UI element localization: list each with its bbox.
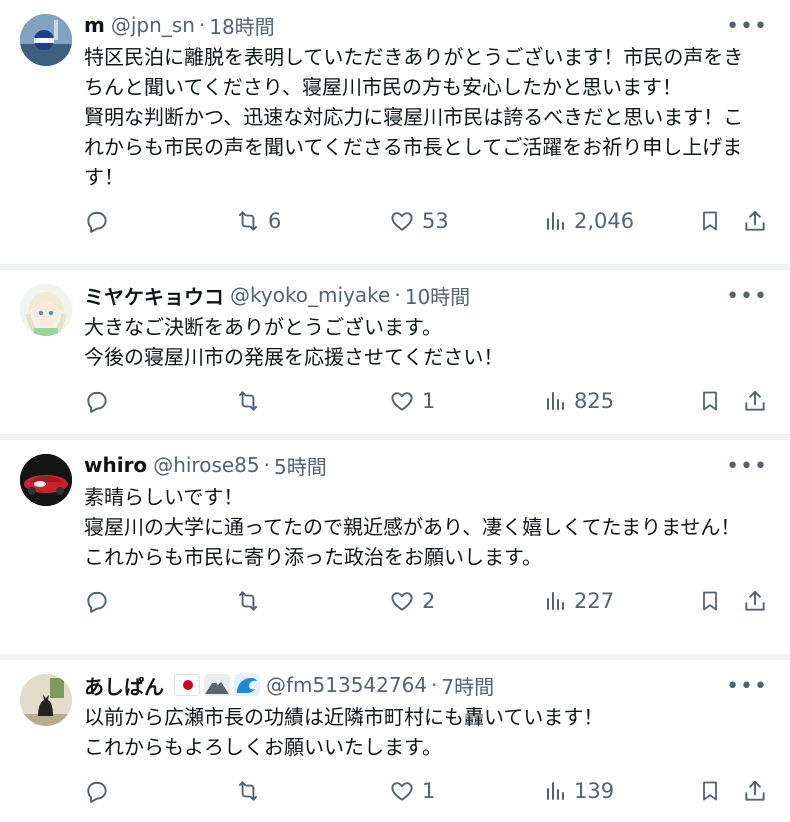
- reply-tweet[interactable]: whiro @hirose85 · 5時間 ••• 素晴らしいです！ 寝屋川の大…: [0, 440, 790, 660]
- avatar[interactable]: [20, 284, 72, 336]
- bookmark-icon: [703, 591, 717, 611]
- tweet-text: 素晴らしいです！ 寝屋川の大学に通ってたので親近感があり、凄く嬉しくてたまりませ…: [84, 485, 741, 569]
- timestamp[interactable]: 5時間: [274, 451, 327, 480]
- timestamp[interactable]: 18時間: [209, 11, 274, 40]
- views-icon: [547, 392, 564, 410]
- tweet-text: 大きなご決断をありがとうございます。 今後の寝屋川市の発展を応援させてください！: [84, 315, 504, 369]
- share-icon: [745, 390, 765, 411]
- share-icon: [745, 590, 765, 611]
- bookmark-button[interactable]: [698, 776, 722, 806]
- like-count: 1: [422, 779, 436, 803]
- action-bar: 1 139: [84, 762, 770, 822]
- display-name[interactable]: ミヤケキョウコ: [84, 281, 224, 310]
- separator-dot: ·: [431, 673, 438, 697]
- views-button[interactable]: 2,046: [544, 206, 634, 236]
- retweet-button[interactable]: 6: [234, 206, 281, 236]
- share-button[interactable]: [742, 776, 768, 806]
- bookmark-icon: [703, 211, 717, 231]
- avatar[interactable]: [20, 674, 72, 726]
- heart-icon: [391, 592, 413, 611]
- heart-icon: [391, 212, 413, 231]
- views-count: 227: [574, 589, 615, 613]
- views-icon: [547, 592, 564, 610]
- reply-tweet[interactable]: ミヤケキョウコ @kyoko_miyake · 10時間 ••• 大きなご決断を…: [0, 270, 790, 440]
- avatar[interactable]: [20, 454, 72, 506]
- display-name[interactable]: whiro: [84, 453, 147, 477]
- reply-tweet[interactable]: m @jpn_sn · 18時間 ••• 特区民泊に離脱を表明していただきありが…: [0, 0, 790, 270]
- share-icon: [745, 780, 765, 801]
- like-button[interactable]: 53: [388, 206, 449, 236]
- tweet-text: 特区民泊に離脱を表明していただきありがとうございます！市民の声をきちんと聞いてく…: [84, 45, 744, 189]
- like-count: 53: [422, 209, 449, 233]
- separator-dot: ·: [263, 453, 270, 477]
- retweet-icon: [238, 391, 258, 411]
- reply-feed: m @jpn_sn · 18時間 ••• 特区民泊に離脱を表明していただきありが…: [0, 0, 790, 822]
- views-icon: [547, 212, 564, 230]
- tweet-text: 以前から広瀬市長の功績は近隣市町村にも轟いています！ これからもよろしくお願いい…: [84, 705, 604, 759]
- like-button[interactable]: 1: [388, 776, 435, 806]
- bookmark-icon: [703, 391, 717, 411]
- share-button[interactable]: [742, 206, 768, 236]
- heart-icon: [391, 782, 413, 801]
- like-button[interactable]: 1: [388, 386, 435, 416]
- views-button[interactable]: 227: [544, 586, 614, 616]
- mountain-icon: [204, 674, 230, 696]
- retweet-button[interactable]: [234, 586, 268, 616]
- japan-flag-icon: [174, 674, 200, 696]
- display-name[interactable]: あしぱん: [84, 671, 164, 700]
- retweet-button[interactable]: [234, 386, 268, 416]
- action-bar: 2 227: [84, 572, 770, 636]
- retweet-icon: [238, 211, 258, 231]
- like-button[interactable]: 2: [388, 586, 435, 616]
- retweet-button[interactable]: [234, 776, 268, 806]
- wave-icon: [234, 674, 260, 696]
- bookmark-button[interactable]: [698, 586, 722, 616]
- display-name[interactable]: m: [84, 13, 105, 37]
- views-button[interactable]: 139: [544, 776, 614, 806]
- reply-button[interactable]: [84, 206, 116, 236]
- username[interactable]: @hirose85: [153, 453, 259, 477]
- reply-icon: [87, 211, 107, 233]
- retweet-count: 6: [268, 209, 282, 233]
- reply-button[interactable]: [84, 586, 116, 616]
- like-count: 1: [422, 389, 436, 413]
- share-button[interactable]: [742, 386, 768, 416]
- separator-dot: ·: [394, 283, 401, 307]
- action-bar: 1 825: [84, 372, 770, 436]
- separator-dot: ·: [198, 13, 206, 37]
- more-icon[interactable]: •••: [726, 674, 768, 699]
- retweet-icon: [238, 591, 258, 611]
- heart-icon: [391, 392, 413, 411]
- views-icon: [547, 782, 564, 800]
- reply-icon: [87, 391, 107, 413]
- share-icon: [745, 210, 765, 231]
- reply-icon: [87, 591, 107, 613]
- avatar[interactable]: [20, 14, 72, 66]
- reply-tweet[interactable]: あしぱん @fm513542764 · 7時間 ••• 以前から広瀬市長の功績は…: [0, 660, 790, 822]
- views-count: 825: [574, 389, 615, 413]
- bookmark-button[interactable]: [698, 386, 722, 416]
- retweet-icon: [238, 781, 258, 801]
- more-icon[interactable]: •••: [726, 14, 768, 39]
- reply-icon: [87, 781, 107, 803]
- timestamp[interactable]: 10時間: [405, 281, 470, 310]
- username[interactable]: @fm513542764: [266, 673, 427, 697]
- username[interactable]: @kyoko_miyake: [230, 283, 390, 307]
- reply-button[interactable]: [84, 386, 116, 416]
- bookmark-icon: [703, 781, 717, 801]
- more-icon[interactable]: •••: [726, 284, 768, 309]
- like-count: 2: [422, 589, 436, 613]
- share-button[interactable]: [742, 586, 768, 616]
- views-count: 2,046: [574, 209, 635, 233]
- timestamp[interactable]: 7時間: [441, 671, 494, 700]
- more-icon[interactable]: •••: [726, 454, 768, 479]
- bookmark-button[interactable]: [698, 206, 722, 236]
- action-bar: 6 53 2,046: [84, 192, 770, 256]
- views-button[interactable]: 825: [544, 386, 614, 416]
- views-count: 139: [574, 779, 615, 803]
- reply-button[interactable]: [84, 776, 116, 806]
- username[interactable]: @jpn_sn: [111, 13, 195, 37]
